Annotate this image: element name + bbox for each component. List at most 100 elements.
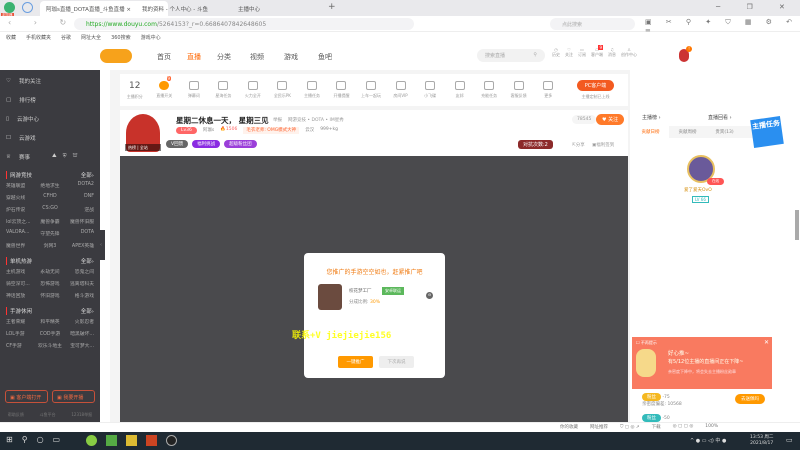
bookmark[interactable]: 手机收藏夹 [26, 34, 51, 41]
top-user-name[interactable]: 爱了爱天OvO [684, 187, 712, 193]
category-link[interactable]: DNF [65, 194, 94, 201]
browser-app-icon[interactable] [86, 435, 97, 446]
category-link[interactable]: CF手游 [6, 342, 35, 349]
category-link[interactable]: CFHD [35, 194, 64, 201]
category-link[interactable]: 恐鬼之间 [65, 268, 94, 275]
report-link[interactable]: 举报 [273, 117, 282, 123]
sidebar-item-cloud-game[interactable]: ☐ 云游戏 [0, 128, 100, 147]
category-link[interactable]: 宝可梦大... [65, 342, 94, 349]
search-icon[interactable]: ⚲ [533, 52, 537, 58]
toolbar-item[interactable]: 更多 [533, 74, 563, 106]
category-link[interactable]: 怀旧游戏 [35, 292, 64, 299]
toolbar-item[interactable]: 全民乐PK [268, 74, 298, 106]
tab-streamer-center[interactable]: 主播中心 [232, 1, 360, 16]
nav-games[interactable]: 游戏 [284, 52, 298, 62]
room-category[interactable]: 网游竞技 • DOTA • IM星秀 [288, 117, 344, 123]
toolbar-item[interactable]: 房间VIP [386, 74, 416, 106]
category-link[interactable]: 暗黑破坏... [65, 330, 94, 337]
section-more-link[interactable]: 全部› [81, 307, 94, 315]
category-link[interactable]: 神话回放 [6, 292, 35, 299]
bookmark[interactable]: 谷歌 [61, 34, 71, 41]
category-link[interactable]: APEX英雄 [65, 242, 94, 249]
messages-button[interactable]: ♫ 消息 [608, 47, 616, 58]
category-link[interactable]: 守望先锋 [35, 230, 64, 237]
compass-icon[interactable] [22, 2, 33, 13]
category-link[interactable]: 英雄联盟 [6, 182, 35, 189]
category-link[interactable]: 穿越火线 [6, 194, 35, 201]
streamer-task-badge[interactable]: 主播任务 [750, 116, 784, 148]
page-scrollbar[interactable] [795, 210, 799, 240]
streamer-rank-link[interactable]: 主播榜 › [642, 114, 661, 121]
bookmark[interactable]: 收藏 [6, 34, 16, 41]
browser-search-input[interactable]: 点此搜索 [550, 18, 635, 30]
browser-logo-icon[interactable] [4, 2, 15, 13]
category-link[interactable]: 格斗游戏 [65, 292, 94, 299]
category-link[interactable]: DOTA [65, 230, 94, 237]
category-link[interactable]: CS:GO [35, 206, 64, 213]
nav-yuba[interactable]: 鱼吧 [318, 52, 332, 62]
event-logos[interactable]: ⛰⛨⛫ [52, 153, 84, 160]
footer-link[interactable]: 帮助反馈 [8, 412, 24, 418]
sidebar-item-rank[interactable]: ▢ 排行榜 [0, 90, 100, 109]
toolbar-item[interactable]: 充能任务 [474, 74, 504, 106]
bookmark[interactable]: 游戏中心 [141, 34, 161, 41]
welfare-challenge-badge[interactable]: 福利挑战 [192, 140, 221, 148]
category-link[interactable]: 骑空深可... [6, 280, 35, 287]
category-link[interactable]: 恐怖游戏 [35, 280, 64, 287]
send-gift-button[interactable]: 去送佩吗 [735, 394, 765, 404]
close-icon[interactable]: ✕ [764, 339, 769, 346]
subscribe-button[interactable]: ▭ 订阅 [578, 47, 586, 58]
new-tab-button[interactable]: + [328, 2, 336, 12]
window-controls[interactable]: ─ ❐ ✕ [716, 3, 797, 11]
toolbar-item[interactable]: 小飞碟 [415, 74, 445, 106]
room-tag[interactable]: 毛衣老师: OMG模式大神 [243, 127, 300, 134]
share-button[interactable]: ⇱分享 [572, 142, 585, 148]
status-icons[interactable]: ◎ ▢ ▢ ◎ [673, 424, 694, 430]
nav-home[interactable]: 首页 [157, 52, 171, 62]
history-button[interactable]: ◷ 历史 [552, 47, 560, 58]
category-link[interactable]: 魔兽世界 [6, 242, 35, 249]
bookmark[interactable]: 360搜索 [111, 34, 131, 41]
app-icon[interactable] [146, 435, 157, 446]
nav-video[interactable]: 视频 [250, 52, 264, 62]
toolbar-item[interactable]: 客服反馈 [504, 74, 534, 106]
category-link[interactable]: 炉石传说 [6, 206, 35, 213]
douyu-logo[interactable] [100, 49, 132, 63]
category-link[interactable]: 魔兽怀旧服 [65, 218, 94, 225]
category-link[interactable]: 主机游戏 [6, 268, 35, 275]
follow-button[interactable]: ♥ 关注 [596, 114, 625, 125]
category-link[interactable]: VALORA... [6, 230, 35, 237]
category-link[interactable]: 绝地求生 [35, 182, 64, 189]
nav-category[interactable]: 分类 [217, 52, 231, 62]
category-link[interactable]: 和平精英 [35, 318, 64, 325]
sign-in-button[interactable]: ▣福利签到 [592, 142, 614, 148]
app-icon[interactable] [126, 435, 137, 446]
section-more-link[interactable]: 全部› [81, 171, 94, 179]
client-button[interactable]: ☖ 9 客户端 [591, 45, 603, 58]
toolbar-item[interactable]: 主播任务 [297, 74, 327, 106]
url-input[interactable]: https://www.douyu.com/5264153?_r=0.66864… [74, 18, 414, 30]
category-link[interactable]: 王者荣耀 [6, 318, 35, 325]
status-item[interactable]: 网址推荐 [590, 424, 608, 430]
vip-badge[interactable]: V回馈 [166, 140, 189, 148]
category-link[interactable]: LOL手游 [6, 330, 35, 337]
footer-link[interactable]: 12318举报 [71, 412, 92, 418]
taskbar-system-icons[interactable]: ⊞⚲○▭ [6, 435, 69, 444]
toolbar-item[interactable]: 友邦 [445, 74, 475, 106]
clock[interactable]: 13:53 周二 2021/8/17 [750, 435, 773, 447]
toolbar-item[interactable]: 上车一起玩 [356, 74, 386, 106]
bookmark[interactable]: 网址大全 [81, 34, 101, 41]
replay-link[interactable]: 直播回看 › [708, 114, 732, 121]
sidebar-collapse-handle[interactable]: ‹ [100, 230, 105, 260]
toolbar-item[interactable]: 弹幕词 [179, 74, 209, 106]
category-link[interactable]: COD手游 [35, 330, 64, 337]
later-button[interactable]: 下次再说 [379, 356, 414, 368]
creator-center-button[interactable]: ♙ 创作中心 [621, 47, 637, 58]
points-widget[interactable]: 12 主播积分 [120, 74, 150, 106]
pc-client-button[interactable]: PC客户端 [576, 80, 615, 91]
category-link[interactable]: lol云顶之... [6, 218, 35, 225]
zoom-level[interactable]: 100% [705, 424, 718, 430]
tab-vip[interactable]: 贵宾(13) [706, 126, 743, 138]
status-icons[interactable]: ⛉ ▢ ◎ ↗ [620, 424, 640, 430]
footer-link[interactable]: 斗鱼平台 [40, 412, 56, 418]
